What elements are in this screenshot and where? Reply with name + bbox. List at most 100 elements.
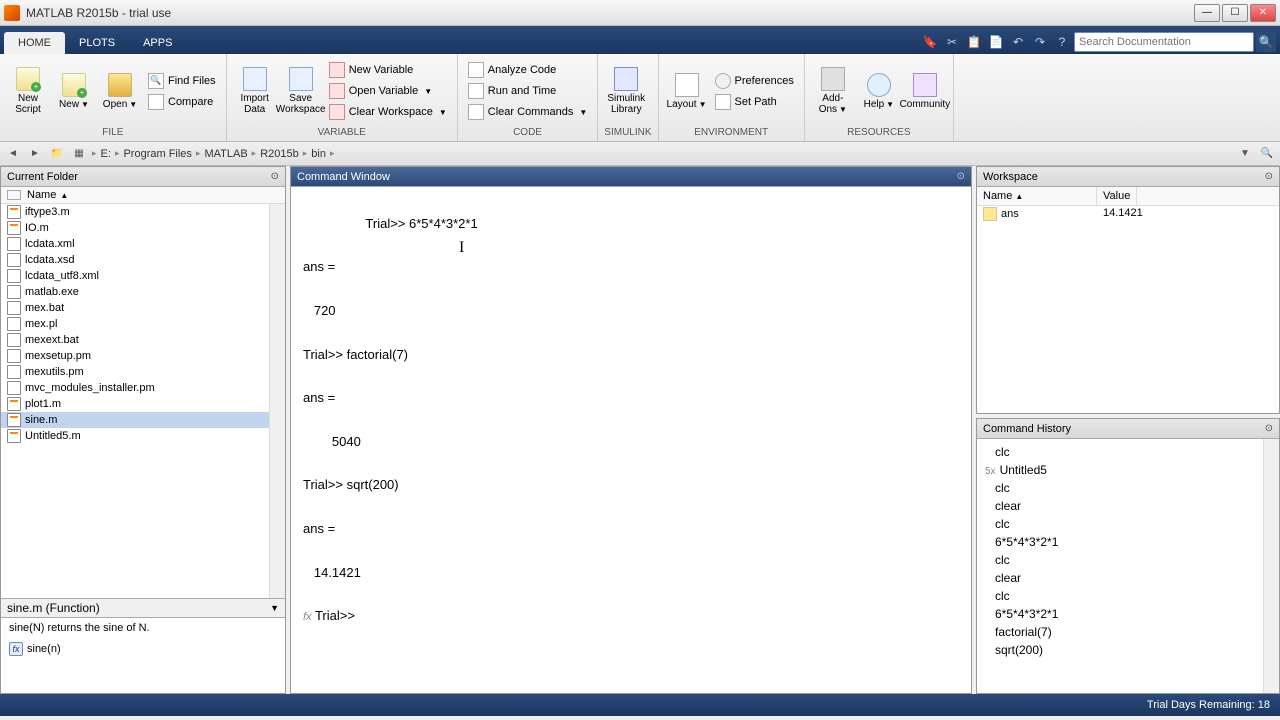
history-body: clc5xUntitled5 clc clear clc 6*5*4*3*2*1… [977,439,1263,693]
find-files-button[interactable]: Find Files [144,71,220,91]
new-var-icon [329,62,345,78]
folder-item[interactable]: IO.m [1,220,269,236]
ribbon-group-simulink: Simulink Library SIMULINK [598,54,658,141]
close-button[interactable]: ✕ [1250,4,1276,22]
set-path-button[interactable]: Set Path [711,92,798,112]
history-item[interactable]: sqrt(200) [985,641,1255,659]
path-search-icon[interactable]: 🔍 [1258,145,1276,163]
up-folder-button[interactable]: 📁 [48,145,66,163]
clear-workspace-button[interactable]: Clear Workspace▼ [325,102,451,122]
forward-button[interactable]: ► [26,145,44,163]
history-item[interactable]: factorial(7) [985,623,1255,641]
file-icon [7,237,21,251]
layout-button[interactable]: Layout▼ [665,71,709,112]
copy-icon[interactable]: 📋 [964,32,984,52]
path-seg-4[interactable]: bin [311,148,326,160]
new-variable-button[interactable]: New Variable [325,60,451,80]
save-workspace-button[interactable]: Save Workspace [279,65,323,117]
history-item[interactable]: clc [985,551,1255,569]
browse-button[interactable]: ▦ [70,145,88,163]
folder-item[interactable]: mexsetup.pm [1,348,269,364]
file-icon [7,301,21,315]
help-button[interactable]: Help▼ [857,71,901,112]
file-name: mexext.bat [25,334,79,346]
folder-item[interactable]: mexext.bat [1,332,269,348]
path-seg-2[interactable]: MATLAB [204,148,247,160]
history-scrollbar[interactable] [1263,439,1279,693]
command-history-panel: Command History ⊙ clc5xUntitled5 clc cle… [976,418,1280,694]
history-item[interactable]: clear [985,569,1255,587]
new-script-button[interactable]: New Script [6,65,50,117]
clear-commands-button[interactable]: Clear Commands▼ [464,102,592,122]
search-submit-icon[interactable]: 🔍 [1256,32,1276,52]
paste-icon[interactable]: 📄 [986,32,1006,52]
details-header[interactable]: sine.m (Function) ▼ [1,598,285,617]
folder-item[interactable]: mvc_modules_installer.pm [1,380,269,396]
addons-button[interactable]: Add-Ons▼ [811,65,855,117]
folder-item[interactable]: matlab.exe [1,284,269,300]
command-window-body[interactable]: ITrial>> 6*5*4*3*2*1 ans = 720 Trial>> f… [291,187,971,693]
minimize-button[interactable]: — [1194,4,1220,22]
history-item[interactable]: clc [985,515,1255,533]
back-button[interactable]: ◄ [4,145,22,163]
community-icon [913,73,937,97]
panel-menu-icon[interactable]: ⊙ [1265,423,1273,434]
panel-menu-icon[interactable]: ⊙ [271,171,279,182]
run-and-time-button[interactable]: Run and Time [464,81,592,101]
folder-item[interactable]: mexutils.pm [1,364,269,380]
compare-button[interactable]: Compare [144,92,220,112]
command-history-header: Command History ⊙ [977,419,1279,439]
help-icon[interactable]: ? [1052,32,1072,52]
redo-icon[interactable]: ↷ [1030,32,1050,52]
path-dropdown-button[interactable]: ▼ [1236,145,1254,163]
statusbar: Trial Days Remaining: 18 [0,694,1280,716]
history-item[interactable]: clc [985,443,1255,461]
undo-icon[interactable]: ↶ [1008,32,1028,52]
tab-plots[interactable]: PLOTS [65,32,129,54]
history-item[interactable]: 5xUntitled5 [985,461,1255,479]
community-button[interactable]: Community [903,71,947,112]
folder-item[interactable]: lcdata_utf8.xml [1,268,269,284]
path-seg-1[interactable]: Program Files [123,148,191,160]
file-icon [7,349,21,363]
ribbon: New Script New▼ Open▼ Find Files Compare… [0,54,1280,142]
history-item[interactable]: 6*5*4*3*2*1 [985,605,1255,623]
folder-item[interactable]: mex.bat [1,300,269,316]
folder-item[interactable]: iftype3.m [1,204,269,220]
folder-item[interactable]: sine.m [1,412,269,428]
folder-item[interactable]: mex.pl [1,316,269,332]
folder-item[interactable]: lcdata.xsd [1,252,269,268]
new-button[interactable]: New▼ [52,71,96,112]
open-button[interactable]: Open▼ [98,71,142,112]
analyze-code-button[interactable]: Analyze Code [464,60,592,80]
cut-icon[interactable]: ✂ [942,32,962,52]
import-data-button[interactable]: Import Data [233,65,277,117]
folder-scrollbar[interactable] [269,204,285,598]
simulink-library-button[interactable]: Simulink Library [604,65,648,117]
folder-item[interactable]: plot1.m [1,396,269,412]
panel-menu-icon[interactable]: ⊙ [1265,171,1273,182]
folder-column-header[interactable]: Name ▲ [1,187,285,204]
history-item[interactable]: clear [985,497,1255,515]
file-name: sine.m [25,414,57,426]
workspace-columns[interactable]: Name ▲ Value [977,187,1279,206]
path-drive[interactable]: E: [101,148,111,160]
history-item[interactable]: 6*5*4*3*2*1 [985,533,1255,551]
path-seg-3[interactable]: R2015b [260,148,299,160]
ribbon-group-resources: Add-Ons▼ Help▼ Community RESOURCES [805,54,954,141]
history-item[interactable]: clc [985,587,1255,605]
file-icon [7,397,21,411]
tab-home[interactable]: HOME [4,32,65,54]
panel-menu-icon[interactable]: ⊙ [957,171,965,182]
workspace-row[interactable]: ans14.1421 [977,206,1279,222]
folder-item[interactable]: lcdata.xml [1,236,269,252]
current-folder-panel: Current Folder ⊙ Name ▲ iftype3.mIO.mlcd… [0,166,286,694]
open-variable-button[interactable]: Open Variable▼ [325,81,451,101]
maximize-button[interactable]: ☐ [1222,4,1248,22]
shortcut-icon[interactable]: 🔖 [920,32,940,52]
tab-apps[interactable]: APPS [129,32,186,54]
folder-item[interactable]: Untitled5.m [1,428,269,444]
history-item[interactable]: clc [985,479,1255,497]
search-input[interactable] [1074,32,1254,52]
preferences-button[interactable]: Preferences [711,71,798,91]
